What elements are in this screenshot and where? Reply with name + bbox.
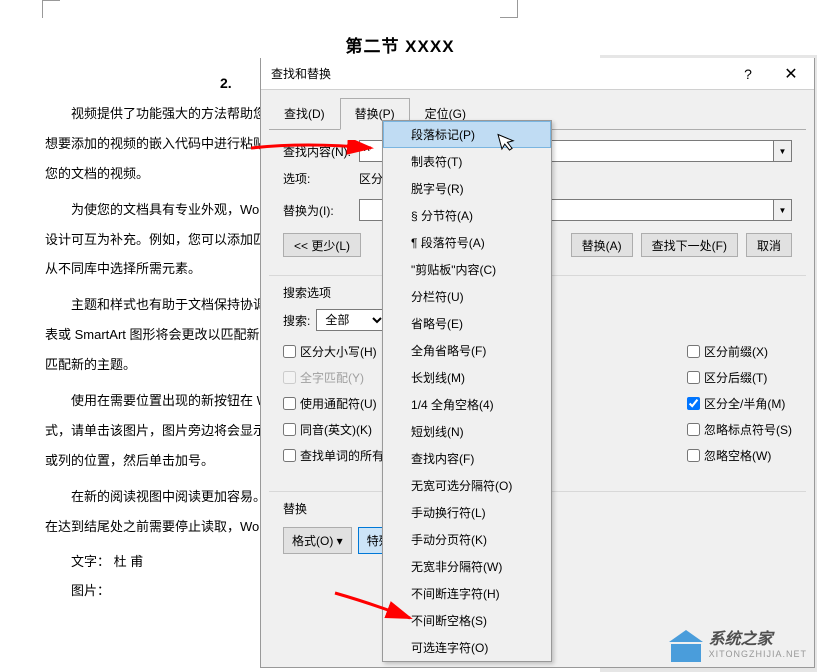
cb-prefix[interactable]: 区分前缀(X)	[687, 341, 792, 361]
search-scope-select[interactable]: 全部	[316, 309, 386, 331]
replace-dropdown-icon[interactable]: ▼	[774, 199, 792, 221]
menu-item-full-ellipsis[interactable]: 全角省略号(F)	[383, 337, 551, 364]
menu-item-nonbreak-space[interactable]: 不间断空格(S)	[383, 607, 551, 634]
watermark: 系统之家 XITONGZHIJIA.NET	[669, 628, 807, 662]
find-dropdown-icon[interactable]: ▼	[774, 140, 792, 162]
find-label: 查找内容(N):	[283, 143, 359, 160]
less-button[interactable]: << 更少(L)	[283, 233, 361, 257]
cb-wildcards-box[interactable]	[283, 397, 296, 410]
cb-space[interactable]: 忽略空格(W)	[687, 445, 792, 465]
format-button[interactable]: 格式(O) ▾	[283, 527, 352, 554]
menu-item-em-dash[interactable]: 长划线(M)	[383, 364, 551, 391]
menu-item-find-content[interactable]: 查找内容(F)	[383, 445, 551, 472]
find-next-button[interactable]: 查找下一处(F)	[641, 233, 738, 257]
watermark-text: 系统之家	[709, 631, 807, 649]
options-value: 区分	[359, 170, 383, 187]
search-scope-label: 搜索:	[283, 312, 310, 329]
cb-match-case-box[interactable]	[283, 345, 296, 358]
menu-item-paragraph-mark[interactable]: 段落标记(P)	[383, 121, 551, 148]
cb-sounds-like-box[interactable]	[283, 423, 296, 436]
cb-punct[interactable]: 忽略标点符号(S)	[687, 419, 792, 439]
dialog-title: 查找和替换	[271, 65, 728, 82]
menu-item-nonbreak-hyphen[interactable]: 不间断连字符(H)	[383, 580, 551, 607]
menu-item-tab[interactable]: 制表符(T)	[383, 148, 551, 175]
menu-item-clipboard[interactable]: "剪贴板"内容(C)	[383, 256, 551, 283]
dialog-titlebar[interactable]: 查找和替换 ? ✕	[261, 58, 814, 90]
cb-suffix[interactable]: 区分后缀(T)	[687, 367, 792, 387]
menu-item-en-dash[interactable]: 短划线(N)	[383, 418, 551, 445]
menu-item-quarter-space[interactable]: 1/4 全角空格(4)	[383, 391, 551, 418]
menu-item-nowidth-nonbreak[interactable]: 无宽非分隔符(W)	[383, 553, 551, 580]
menu-item-opt-break[interactable]: 无宽可选分隔符(O)	[383, 472, 551, 499]
doc-title: 第二节 XXXX	[195, 32, 605, 57]
cb-fullhalf-box[interactable]	[687, 397, 700, 410]
replace-all-button[interactable]: 替换(A)	[571, 233, 633, 257]
cb-fullhalf[interactable]: 区分全/半角(M)	[687, 393, 792, 413]
watermark-icon	[669, 628, 703, 662]
menu-item-column-break[interactable]: 分栏符(U)	[383, 283, 551, 310]
help-button[interactable]: ?	[728, 59, 768, 89]
menu-item-caret[interactable]: 脱字号(R)	[383, 175, 551, 202]
cb-whole-word-box	[283, 371, 296, 384]
menu-item-ellipsis[interactable]: 省略号(E)	[383, 310, 551, 337]
cancel-button[interactable]: 取消	[746, 233, 792, 257]
menu-item-section-break[interactable]: § 分节符(A)	[383, 202, 551, 229]
cb-word-forms-box[interactable]	[283, 449, 296, 462]
options-label: 选项:	[283, 170, 359, 187]
watermark-url: XITONGZHIJIA.NET	[709, 649, 807, 659]
close-button[interactable]: ✕	[768, 59, 814, 89]
cb-prefix-box[interactable]	[687, 345, 700, 358]
menu-item-manual-page[interactable]: 手动分页符(K)	[383, 526, 551, 553]
special-format-menu: 段落标记(P) 制表符(T) 脱字号(R) § 分节符(A) ¶ 段落符号(A)…	[382, 120, 552, 662]
replace-label: 替换为(I):	[283, 202, 359, 219]
menu-item-opt-hyphen[interactable]: 可选连字符(O)	[383, 634, 551, 661]
cb-suffix-box[interactable]	[687, 371, 700, 384]
menu-item-paragraph-symbol[interactable]: ¶ 段落符号(A)	[383, 229, 551, 256]
menu-item-manual-line[interactable]: 手动换行符(L)	[383, 499, 551, 526]
tab-find[interactable]: 查找(D)	[269, 98, 340, 129]
cb-punct-box[interactable]	[687, 423, 700, 436]
cb-space-box[interactable]	[687, 449, 700, 462]
